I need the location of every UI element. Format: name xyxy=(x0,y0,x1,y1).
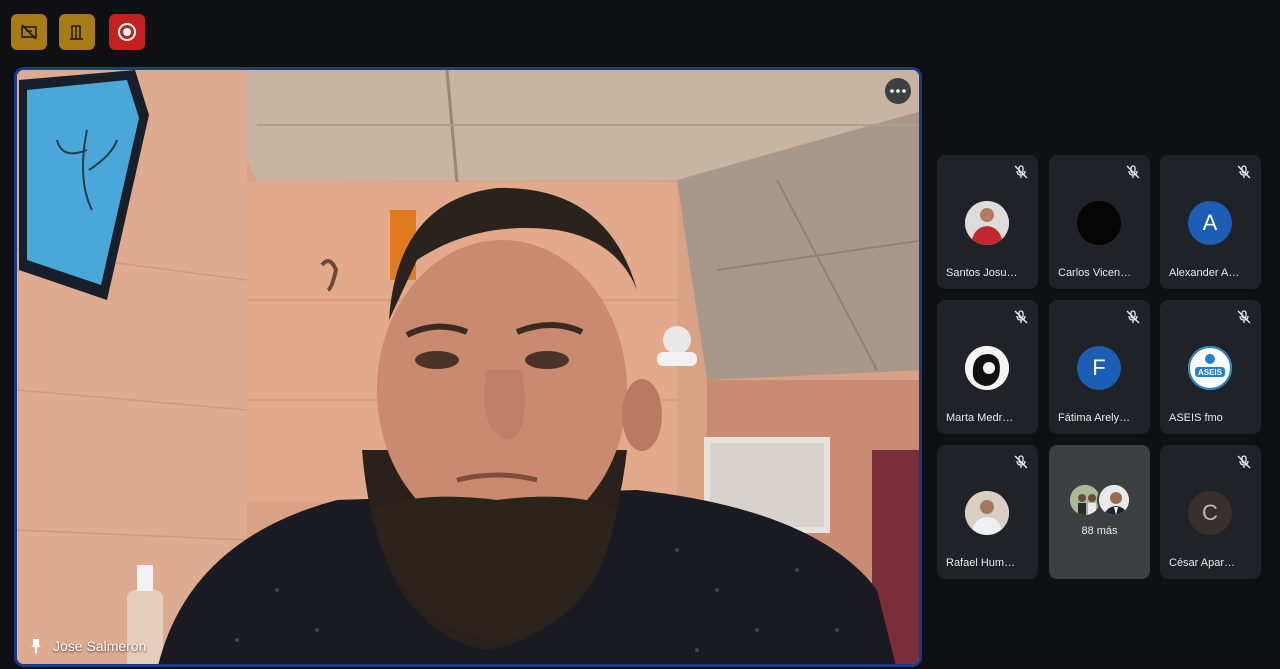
recording-button[interactable] xyxy=(109,14,145,50)
participant-name: ASEIS fmo xyxy=(1169,412,1223,424)
participant-tile[interactable]: Rafael Hum… xyxy=(937,445,1038,579)
participant-tile[interactable]: Marta Medr… xyxy=(937,300,1038,434)
mic-off-icon xyxy=(1014,165,1028,179)
tile-options-button[interactable] xyxy=(885,78,911,104)
participant-tile[interactable]: Santos Josu… xyxy=(937,155,1038,289)
speaker-video xyxy=(17,70,919,664)
leave-room-button[interactable] xyxy=(59,14,95,50)
participant-avatar xyxy=(1077,201,1121,245)
participant-tile[interactable]: ASEIS ASEIS fmo xyxy=(1160,300,1261,434)
participant-tile[interactable]: C César Apar… xyxy=(1160,445,1261,579)
present-toggle-button[interactable] xyxy=(11,14,47,50)
participant-tile[interactable]: Carlos Vicen… xyxy=(1049,155,1150,289)
mic-off-icon xyxy=(1014,310,1028,324)
participant-name: César Apar… xyxy=(1169,557,1236,569)
more-horizontal-icon xyxy=(890,89,906,93)
more-participants-tile[interactable]: 88 más xyxy=(1049,445,1150,579)
door-icon xyxy=(70,25,83,40)
participant-name: Rafael Hum… xyxy=(946,557,1016,569)
participant-avatar: F xyxy=(1077,346,1121,390)
mic-off-icon xyxy=(1237,455,1251,469)
speaker-name-label: Jose Salmeron xyxy=(29,638,146,654)
mic-off-icon xyxy=(1126,310,1140,324)
more-participants-count: 88 más xyxy=(1081,525,1118,537)
pin-icon[interactable] xyxy=(29,638,43,654)
main-video-tile[interactable]: Jose Salmeron xyxy=(14,67,922,667)
speaker-name: Jose Salmeron xyxy=(53,638,147,654)
participant-name: Santos Josu… xyxy=(946,267,1018,279)
participant-name: Fátima Arely… xyxy=(1058,412,1131,424)
participant-tile[interactable]: A Alexander A… xyxy=(1160,155,1261,289)
participant-avatar xyxy=(965,346,1009,390)
aseis-logo-text: ASEIS xyxy=(1198,368,1223,377)
mic-off-icon xyxy=(1126,165,1140,179)
participant-name: Alexander A… xyxy=(1169,267,1240,279)
mic-off-icon xyxy=(1237,310,1251,324)
participant-tile[interactable]: F Fátima Arely… xyxy=(1049,300,1150,434)
participant-avatar xyxy=(1097,483,1131,517)
participant-name: Carlos Vicen… xyxy=(1058,267,1132,279)
participant-avatar xyxy=(965,491,1009,535)
mic-off-icon xyxy=(1237,165,1251,179)
participant-avatar xyxy=(965,201,1009,245)
record-icon xyxy=(118,23,136,41)
participant-avatar: A xyxy=(1188,201,1232,245)
top-toolbar xyxy=(0,0,1280,66)
participant-name: Marta Medr… xyxy=(946,412,1014,424)
aseis-logo: ASEIS xyxy=(1188,346,1232,390)
no-share-icon xyxy=(21,24,37,40)
mic-off-icon xyxy=(1014,455,1028,469)
participant-avatar: C xyxy=(1188,491,1232,535)
